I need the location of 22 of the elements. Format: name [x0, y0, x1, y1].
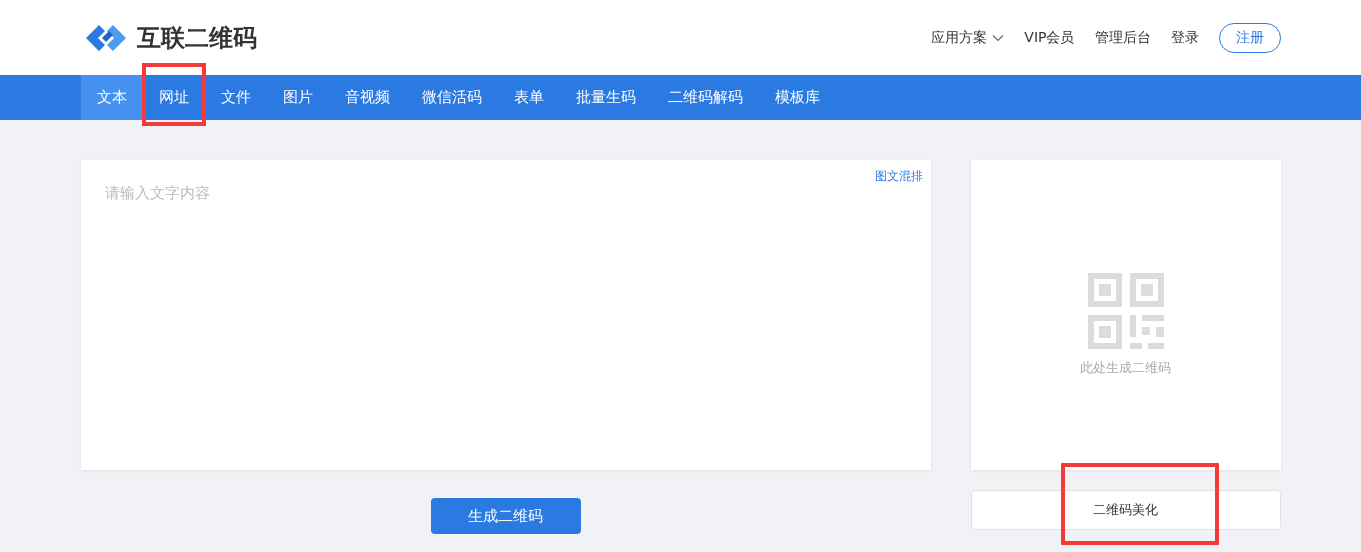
nav-tab[interactable]: 二维码解码 — [651, 75, 759, 120]
qr-code-icon — [1087, 273, 1164, 349]
header-link[interactable]: VIP会员 — [1024, 28, 1075, 47]
nav-tab[interactable]: 图片 — [266, 75, 329, 120]
logo-text: 互联二维码 — [136, 22, 257, 54]
menu-dropdown[interactable]: 应用方案 — [931, 28, 1005, 47]
nav-tab[interactable]: 网址 — [142, 75, 205, 120]
header-link[interactable]: 登录 — [1170, 28, 1199, 47]
nav-tab[interactable]: 微信活码 — [405, 75, 498, 120]
qr-placeholder-text: 此处生成二维码 — [1080, 359, 1171, 377]
generate-button[interactable]: 生成二维码 — [430, 498, 581, 534]
nav-tab[interactable]: 文本 — [80, 75, 143, 120]
nav-tab[interactable]: 文件 — [204, 75, 267, 120]
mixed-layout-link[interactable]: 图文混排 — [874, 168, 923, 185]
text-editor[interactable]: 请输入文字内容 图文混排 — [80, 160, 931, 470]
nav-tab[interactable]: 音视频 — [328, 75, 406, 120]
beautify-button[interactable]: 二维码美化 — [970, 490, 1281, 530]
nav-tab[interactable]: 批量生码 — [559, 75, 652, 120]
nav-tab[interactable]: 模板库 — [758, 75, 836, 120]
caret-icon — [992, 33, 1005, 42]
nav-tab[interactable]: 表单 — [497, 75, 560, 120]
header-link[interactable]: 管理后台 — [1094, 28, 1151, 47]
